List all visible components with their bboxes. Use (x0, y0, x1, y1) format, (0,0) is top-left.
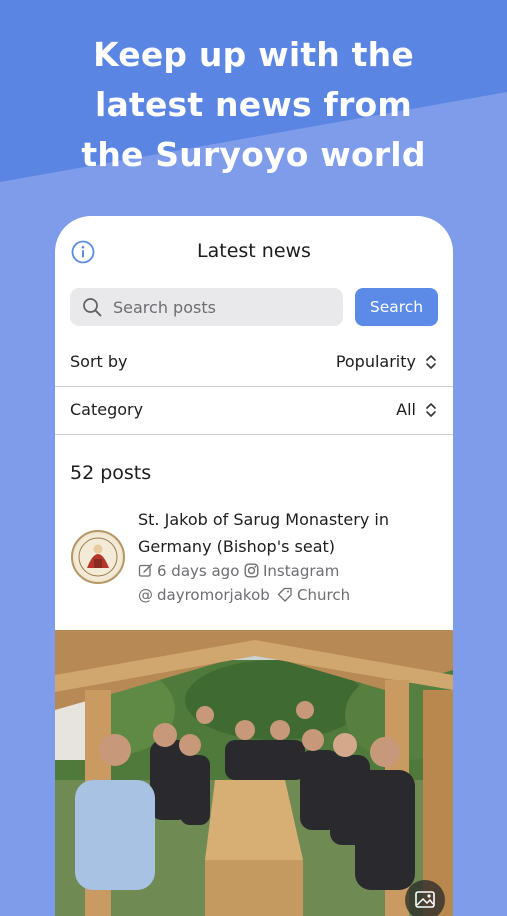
post-avatar (71, 530, 125, 584)
page-title: Latest news (197, 240, 311, 262)
post-time-text: 6 days ago (157, 562, 240, 580)
post-source: Instagram (244, 562, 339, 580)
card-header: Latest news (55, 216, 453, 288)
post-account: @ dayromorjakob (138, 586, 270, 604)
headline-line-2: latest news from (94, 85, 413, 124)
post-title[interactable]: St. Jakob of Sarug Monastery in Germany … (138, 506, 428, 560)
search-icon (83, 298, 102, 317)
post-list-item[interactable]: St. Jakob of Sarug Monastery in Germany … (55, 506, 453, 616)
search-button[interactable]: Search (355, 288, 438, 326)
post-source-text: Instagram (263, 562, 340, 580)
search-row: Search (70, 288, 438, 326)
tag-icon (277, 587, 292, 602)
divider (55, 434, 453, 435)
post-time: 6 days ago (138, 562, 239, 580)
post-tag: Church (277, 586, 350, 604)
headline: Keep up with the latest news from the Su… (0, 30, 507, 180)
post-count: 52 posts (70, 462, 152, 484)
category-label: Category (70, 400, 144, 419)
edit-icon (138, 563, 153, 577)
post-account-text: dayromorjakob (157, 586, 270, 604)
post-image[interactable] (55, 630, 453, 916)
post-tag-text: Church (297, 586, 351, 604)
chevron-up-down-icon (426, 355, 436, 369)
news-card: Latest news Search Sort by Popularity Ca… (55, 216, 453, 916)
headline-line-3: the Suryoyo world (81, 135, 426, 174)
category-row[interactable]: Category All (70, 386, 438, 434)
image-badge (405, 880, 445, 916)
sort-by-value[interactable]: Popularity (336, 352, 416, 371)
chevron-up-down-icon (426, 403, 436, 417)
headline-line-1: Keep up with the (93, 35, 414, 74)
sort-by-row[interactable]: Sort by Popularity (70, 338, 438, 386)
sort-by-label: Sort by (70, 352, 128, 371)
instagram-icon (244, 563, 259, 578)
category-value[interactable]: All (396, 400, 416, 419)
image-icon (415, 891, 435, 908)
search-input[interactable] (113, 288, 333, 326)
search-box[interactable] (70, 288, 343, 326)
at-icon: @ (138, 586, 153, 604)
post-photo (55, 630, 453, 916)
